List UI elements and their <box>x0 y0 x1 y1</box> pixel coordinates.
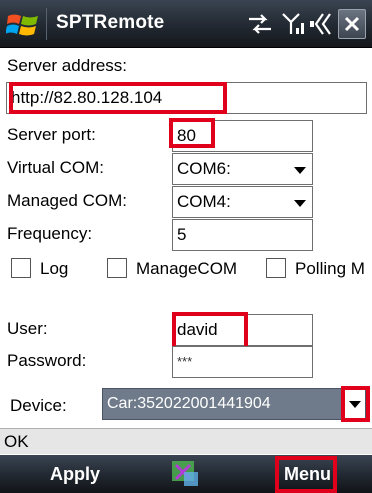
polling-checkbox-label: Polling M <box>295 259 365 278</box>
device-dropdown-button[interactable] <box>345 390 365 418</box>
chevron-down-icon <box>294 167 306 174</box>
log-checkbox-label: Log <box>40 259 69 278</box>
managecom-checkbox[interactable] <box>107 258 127 278</box>
title-separator <box>46 8 47 40</box>
status-text: OK <box>4 432 29 451</box>
title-bar: SPTRemote <box>0 0 372 48</box>
app-title: SPTRemote <box>56 12 165 33</box>
password-input[interactable]: *** <box>172 346 313 378</box>
managecom-checkbox-label: ManageCOM <box>136 259 238 278</box>
log-checkbox[interactable] <box>11 258 31 278</box>
menu-softkey[interactable]: Menu <box>284 464 331 485</box>
virtual-com-select[interactable]: COM6: <box>172 153 313 185</box>
status-bar: OK <box>0 428 372 454</box>
input-panel-icon[interactable] <box>168 458 202 490</box>
signal-strength-icon[interactable] <box>281 10 305 38</box>
close-icon <box>344 16 360 32</box>
server-address-label: Server address: <box>7 56 127 75</box>
password-label: Password: <box>7 351 87 370</box>
frequency-label: Frequency: <box>7 224 93 243</box>
apply-softkey[interactable]: Apply <box>50 464 100 485</box>
virtual-com-label: Virtual COM: <box>7 158 104 177</box>
chevron-down-icon <box>349 401 361 408</box>
user-input[interactable]: david <box>172 314 313 346</box>
sync-arrows-icon[interactable] <box>245 10 275 38</box>
server-port-input[interactable]: 80 <box>172 120 313 152</box>
managed-com-select[interactable]: COM4: <box>172 186 313 218</box>
device-value: Car:352022001441904 <box>107 395 271 412</box>
chevron-down-icon <box>294 200 306 207</box>
managed-com-value: COM4: <box>177 192 231 211</box>
device-select[interactable]: Car:352022001441904 <box>102 388 366 420</box>
polling-checkbox[interactable] <box>266 258 286 278</box>
managed-com-label: Managed COM: <box>7 191 127 210</box>
virtual-com-value: COM6: <box>177 159 231 178</box>
speaker-volume-icon[interactable] <box>309 10 335 38</box>
windows-flag-icon[interactable] <box>6 10 40 40</box>
server-address-input[interactable]: http://82.80.128.104 <box>6 82 367 114</box>
user-label: User: <box>7 319 48 338</box>
device-label: Device: <box>10 396 67 415</box>
close-button[interactable] <box>338 9 366 39</box>
server-port-label: Server port: <box>7 125 96 144</box>
frequency-input[interactable]: 5 <box>172 219 313 251</box>
